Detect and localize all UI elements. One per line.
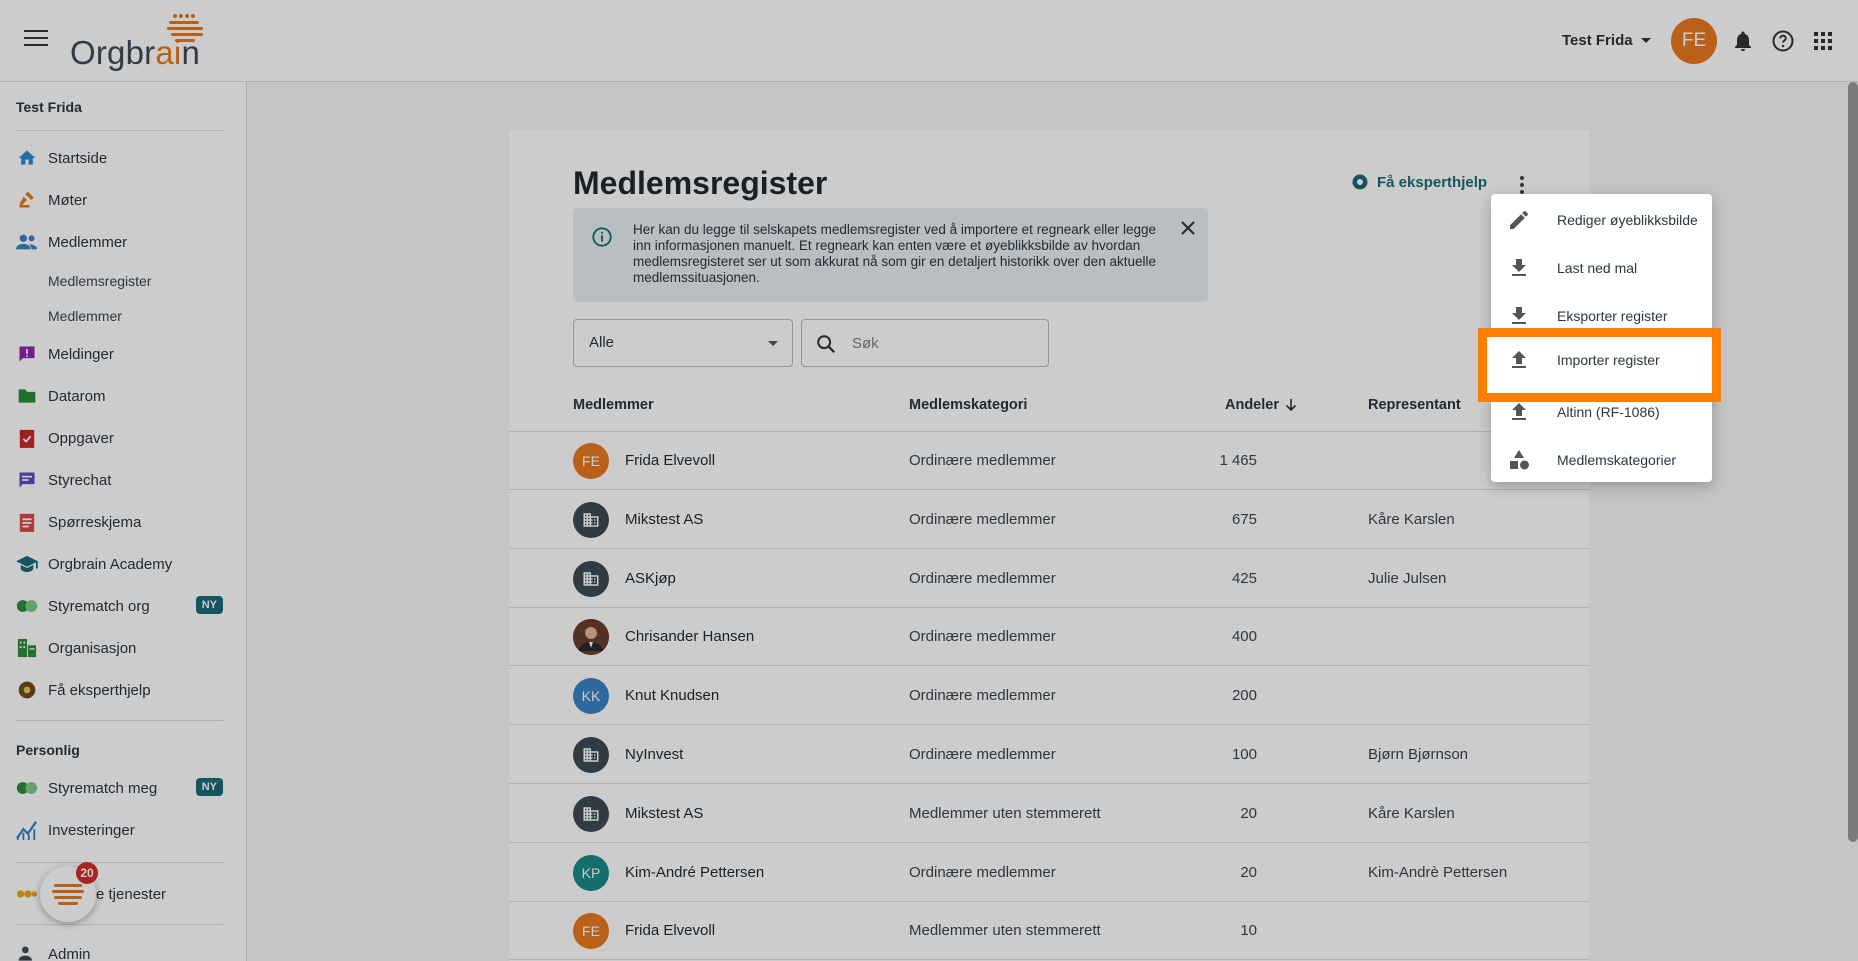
pencil-icon	[1510, 211, 1528, 229]
menu-item-label: Last ned mal	[1557, 260, 1638, 276]
download-icon	[1512, 259, 1526, 276]
menu-item-label: Importer register	[1557, 352, 1660, 368]
shapes-icon	[1510, 450, 1529, 470]
menu-item-label: Eksporter register	[1557, 308, 1668, 324]
menu-item-label: Medlemskategorier	[1557, 452, 1677, 468]
menu-item-member-categories[interactable]: Medlemskategorier	[1491, 436, 1712, 484]
download-icon	[1512, 307, 1526, 324]
menu-item-edit-snapshot[interactable]: Rediger øyeblikksbilde	[1491, 196, 1712, 244]
menu-item-label: Rediger øyeblikksbilde	[1557, 212, 1698, 228]
upload-icon	[1512, 403, 1526, 420]
upload-icon	[1512, 351, 1526, 368]
menu-item-download-template[interactable]: Last ned mal	[1491, 244, 1712, 292]
menu-item-label: Altinn (RF-1086)	[1557, 404, 1660, 420]
menu-item-import-register[interactable]: Importer register	[1478, 328, 1721, 402]
